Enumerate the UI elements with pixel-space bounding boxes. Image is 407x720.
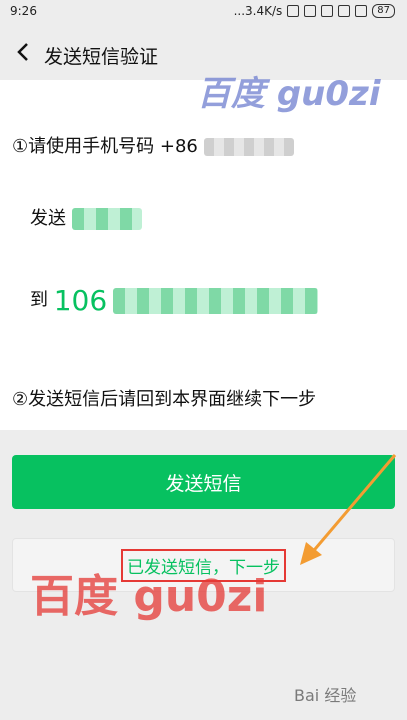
step1-text: ①请使用手机号码 +86 [12,136,198,157]
annotation-arrow [300,454,397,565]
battery-icon: 87 [372,4,395,18]
blurred-number [112,287,318,314]
network-speed: ...3.4K/s [233,4,283,18]
to-line: 到 106 [30,284,318,317]
signal-icon-2 [338,5,351,17]
blurred-phone [203,138,294,156]
back-icon[interactable] [12,40,36,64]
send-label: 发送 [30,208,66,229]
step2-text: ②发送短信后请回到本界面继续下一步 [12,389,317,410]
watermark-footer: Bai 经验 [294,686,357,705]
status-time: 9:26 [10,4,37,18]
status-right: ...3.4K/s 87 [234,4,395,18]
to-label: 到 [30,289,48,311]
send-line: 发送 [30,204,142,230]
watermark-bottom: 百度 gu0zi [30,571,268,622]
alarm-icon [304,5,317,17]
wifi-icon [355,5,368,17]
sms-instructions: ①请使用手机号码 +86 发送 到 106 ②发送短信后请回到本界面继续下一步 [0,80,407,430]
status-bar: 9:26 ...3.4K/s 87 [0,0,407,26]
watermark-top: 百度 gu0zi [197,74,381,114]
page-title: 发送短信验证 [44,46,159,68]
signal-icon [321,5,334,17]
to-number-prefix: 106 [53,284,108,317]
blurred-code [71,208,142,230]
bluetooth-icon [287,5,300,17]
step1-line: ①请使用手机号码 +86 [12,132,294,158]
